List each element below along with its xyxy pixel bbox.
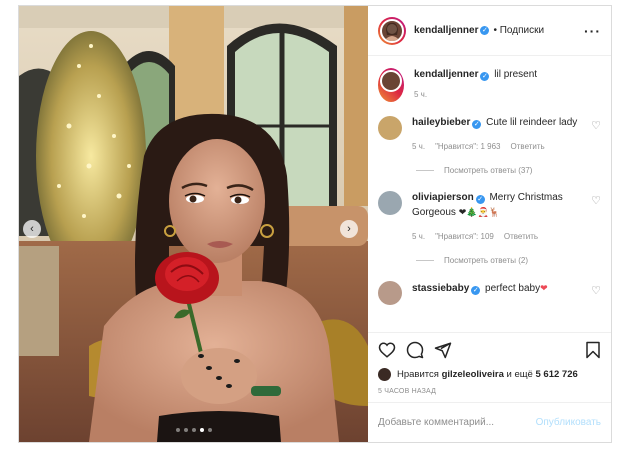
follow-status-button[interactable]: • Подписки <box>493 25 544 36</box>
caption-time[interactable]: 5 ч. <box>414 88 427 102</box>
carousel-dot <box>207 428 212 432</box>
comment-likes[interactable]: "Нравится": 1 963 <box>435 140 500 154</box>
carousel-dot-active <box>199 428 204 432</box>
view-replies-label: Посмотреть ответы (2) <box>444 256 529 265</box>
post-timestamp[interactable]: 5 ЧАСОВ НАЗАД <box>368 382 611 402</box>
verified-badge-icon: ✓ <box>480 26 490 35</box>
verified-badge-icon: ✓ <box>472 120 482 129</box>
comment-bubble-icon[interactable] <box>406 341 424 359</box>
verified-badge-icon: ✓ <box>480 72 490 81</box>
photo-illustration <box>19 6 368 442</box>
chevron-left-icon: ‹ <box>30 223 34 235</box>
carousel-dot <box>175 428 180 432</box>
chevron-right-icon: › <box>347 223 351 235</box>
author-username[interactable]: kendalljenner <box>414 25 478 36</box>
post-header: kendalljenner ✓ • Подписки ··· <box>368 6 611 56</box>
comment-likes[interactable]: "Нравится": 109 <box>435 230 494 244</box>
comment-time[interactable]: 5 ч. <box>412 230 425 244</box>
caption-avatar[interactable] <box>378 68 404 102</box>
comment-text: perfect baby <box>485 283 541 294</box>
heart-outline-icon[interactable]: ♡ <box>591 284 601 297</box>
post-photo[interactable]: ‹ › <box>19 6 368 442</box>
post-actions <box>368 332 611 366</box>
commenter-avatar[interactable] <box>378 281 402 305</box>
liker-username[interactable]: gilzeleoliveira <box>442 369 504 380</box>
save-bookmark-icon[interactable] <box>585 341 601 359</box>
carousel-dot <box>191 428 196 432</box>
previous-slide-button[interactable]: ‹ <box>23 220 41 238</box>
comments-list[interactable]: kendalljenner ✓ lil present 5 ч. haileybi… <box>368 56 611 332</box>
view-replies-label: Посмотреть ответы (37) <box>444 166 533 175</box>
commenter-avatar[interactable] <box>378 191 402 215</box>
instagram-post: ‹ › kendalljenner ✓ • Подписки ··· kenda… <box>18 5 612 443</box>
avatar-image <box>380 70 402 92</box>
view-replies-button[interactable]: Посмотреть ответы (2) <box>416 256 601 265</box>
next-slide-button[interactable]: › <box>340 220 358 238</box>
avatar-image <box>380 18 404 43</box>
likes-prefix: Нравится <box>397 368 439 380</box>
like-heart-icon[interactable] <box>378 341 396 359</box>
reply-button[interactable]: Ответить <box>504 230 538 244</box>
author-avatar[interactable] <box>378 16 406 45</box>
verified-badge-icon: ✓ <box>471 286 481 295</box>
heart-outline-icon[interactable]: ♡ <box>591 194 601 207</box>
likes-summary: Нравится gilzeleoliveira и ещё 5 612 726 <box>368 366 611 382</box>
caption: kendalljenner ✓ lil present 5 ч. <box>378 68 601 102</box>
more-dots-icon[interactable]: ··· <box>584 24 601 38</box>
comment-username[interactable]: haileybieber <box>412 117 470 128</box>
carousel-indicator <box>19 428 368 432</box>
liker-avatar[interactable] <box>378 367 391 381</box>
likes-count[interactable]: 5 612 726 <box>536 369 578 380</box>
comment-emoji: ❤🎄🎅🦌 <box>458 207 500 217</box>
comment-item: haileybieber ✓ Cute lil reindeer lady 5 ч… <box>378 116 601 154</box>
likes-middle: и ещё <box>506 368 533 380</box>
replies-divider <box>416 260 434 261</box>
heart-outline-icon[interactable]: ♡ <box>591 119 601 132</box>
commenter-avatar[interactable] <box>378 116 402 140</box>
reply-button[interactable]: Ответить <box>511 140 545 154</box>
comment-emoji: ❤ <box>540 283 548 293</box>
share-paper-plane-icon[interactable] <box>434 341 452 359</box>
caption-text: lil present <box>494 69 538 80</box>
verified-badge-icon: ✓ <box>475 195 485 204</box>
comment-item: stassiebaby ✓ perfect baby❤ ♡ <box>378 281 601 305</box>
caption-username[interactable]: kendalljenner <box>414 69 478 80</box>
publish-button[interactable]: Опубликовать <box>536 417 601 428</box>
post-sidebar: kendalljenner ✓ • Подписки ··· kendallje… <box>368 6 611 442</box>
carousel-dot <box>183 428 188 432</box>
comment-text: Cute lil reindeer lady <box>486 117 578 128</box>
comment-username[interactable]: stassiebaby <box>412 283 469 294</box>
view-replies-button[interactable]: Посмотреть ответы (37) <box>416 166 601 175</box>
comment-username[interactable]: oliviapierson <box>412 192 474 203</box>
replies-divider <box>416 170 434 171</box>
comment-item: oliviapierson ✓ Merry Christmas Gorgeous … <box>378 191 601 244</box>
comment-input[interactable] <box>378 417 536 428</box>
comment-time[interactable]: 5 ч. <box>412 140 425 154</box>
add-comment-form: Опубликовать <box>368 402 611 442</box>
